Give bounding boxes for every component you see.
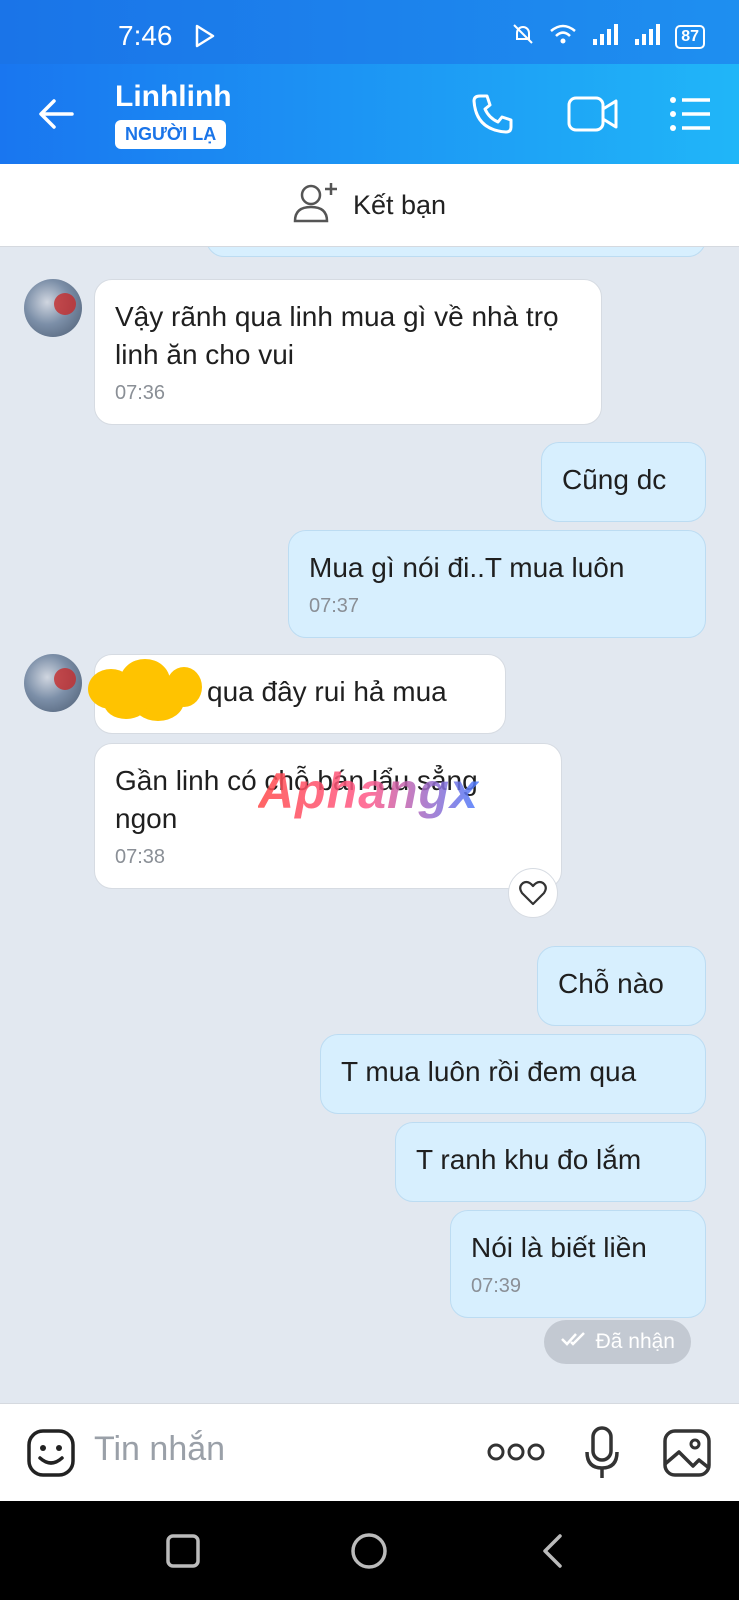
- home-icon[interactable]: [350, 1532, 388, 1575]
- battery-indicator: 87: [675, 24, 705, 49]
- menu-list-icon[interactable]: [668, 92, 712, 141]
- received-status-badge: Đã nhận: [543, 1320, 691, 1364]
- message-text: Nói là biết liền: [471, 1232, 647, 1263]
- message-text: qua đây rui hả mua: [207, 676, 447, 707]
- stranger-badge: NGƯỜI LẠ: [115, 120, 227, 149]
- message-text: T ranh khu đo lắm: [416, 1144, 642, 1175]
- system-icons: 87: [511, 22, 705, 51]
- received-status-label: Đã nhận: [595, 1330, 675, 1353]
- message-time: 07:36: [115, 382, 166, 404]
- heart-icon[interactable]: [508, 868, 558, 918]
- emoji-icon[interactable]: [26, 1428, 76, 1483]
- message-time: 07:37: [309, 595, 360, 617]
- watermark-logo: Aphangx: [258, 763, 479, 819]
- avatar[interactable]: [24, 654, 82, 712]
- double-check-icon: [560, 1330, 588, 1354]
- back-arrow-icon[interactable]: [36, 94, 76, 139]
- message-time: 07:39: [471, 1275, 522, 1297]
- signal-icon-2: [633, 23, 661, 50]
- message-text: Mua gì nói đi..T mua luôn: [309, 552, 625, 583]
- message-input-bar: Tin nhắn: [0, 1403, 739, 1502]
- video-call-icon[interactable]: [566, 92, 620, 141]
- system-nav-bar: [0, 1501, 739, 1600]
- message-bubble-outgoing[interactable]: T ranh khu đo lắm: [395, 1122, 706, 1202]
- message-text: Cũng dc: [562, 464, 667, 495]
- signal-icon: [591, 23, 619, 50]
- image-icon[interactable]: [662, 1428, 712, 1483]
- message-bubble-outgoing[interactable]: Mua gì nói đi..T mua luôn 07:37: [288, 530, 706, 638]
- avatar[interactable]: [24, 279, 82, 337]
- message-bubble-outgoing[interactable]: Cũng dc: [541, 442, 706, 522]
- message-bubble-outgoing[interactable]: T mua luôn rồi đem qua: [320, 1034, 706, 1114]
- message-text: Vậy rãnh qua linh mua gì về nhà trọ linh…: [115, 301, 559, 370]
- wifi-icon: [549, 23, 577, 50]
- microphone-icon[interactable]: [584, 1426, 620, 1485]
- chat-header: Linhlinh NGƯỜI LẠ: [0, 64, 739, 164]
- partial-message-bubble: [206, 247, 706, 257]
- status-time: 7:46: [118, 20, 173, 51]
- message-text: T mua luôn rồi đem qua: [341, 1056, 637, 1087]
- message-bubble-outgoing[interactable]: Chỗ nào: [537, 946, 706, 1026]
- message-bubble-outgoing[interactable]: Nói là biết liền 07:39: [450, 1210, 706, 1318]
- add-friend-icon: [293, 181, 339, 230]
- more-icon[interactable]: [487, 1442, 545, 1467]
- play-store-icon: [194, 24, 216, 53]
- back-nav-icon[interactable]: [540, 1533, 564, 1574]
- message-text: Chỗ nào: [558, 968, 664, 999]
- message-list[interactable]: Vậy rãnh qua linh mua gì về nhà trọ linh…: [0, 247, 739, 1403]
- message-input[interactable]: Tin nhắn: [94, 1430, 225, 1469]
- mute-notification-icon: [511, 22, 535, 51]
- add-friend-label: Kết bạn: [352, 189, 447, 220]
- recent-apps-icon[interactable]: [166, 1534, 200, 1573]
- message-bubble-incoming[interactable]: Vậy rãnh qua linh mua gì về nhà trọ linh…: [94, 279, 602, 425]
- contact-name[interactable]: Linhlinh: [115, 80, 232, 114]
- phone-icon[interactable]: [470, 92, 514, 141]
- message-time: 07:38: [115, 846, 166, 868]
- add-friend-bar[interactable]: Kết bạn: [0, 164, 739, 247]
- status-bar: 7:46 87: [0, 0, 739, 64]
